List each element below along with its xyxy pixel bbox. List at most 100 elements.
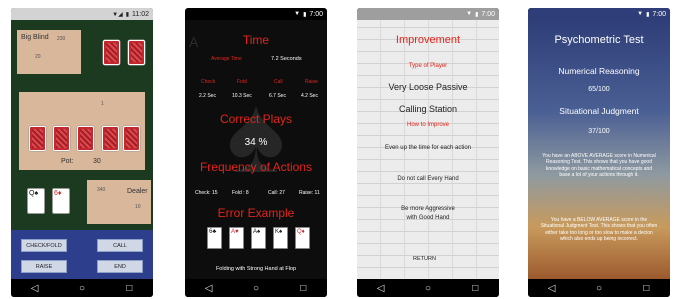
situational-description: You have a BELOW AVERAGE score in the Si… — [540, 217, 658, 242]
action-time: 4.2 Sec — [301, 93, 318, 99]
battery-icon: ▮ — [646, 11, 650, 18]
status-time: 7:00 — [481, 10, 495, 18]
dealer-panel: 340 Dealer 10 — [87, 180, 151, 224]
improvement-tip: with Good Hand — [406, 215, 450, 221]
improvement-tip: Even up the time for each action — [384, 145, 472, 151]
phone-psychometric-screen: ▼ ▮ 7:00 Psychometric Test Numerical Rea… — [528, 8, 670, 297]
community-panel: 1 Pot: 30 — [19, 92, 145, 170]
return-button[interactable]: RETURN — [413, 256, 436, 262]
status-bar: ▼◢ ▮ 11:02 — [11, 8, 153, 20]
frequency-item: Call: 27 — [268, 190, 285, 196]
recents-icon[interactable]: □ — [117, 283, 141, 294]
screenshot-collage: ▼◢ ▮ 11:02 Big Blind 230 20 1 Pot: 30 Q♠… — [0, 0, 694, 299]
navigation-bar: ◁ ○ □ — [528, 279, 670, 297]
average-time-label: Average Time — [211, 56, 242, 62]
situational-judgment-score: 37/100 — [588, 128, 610, 135]
back-icon[interactable]: ◁ — [369, 283, 393, 294]
recents-icon[interactable]: □ — [634, 283, 658, 294]
opponent-card-back — [128, 40, 145, 65]
psychometric-title: Psychometric Test — [554, 34, 644, 46]
home-icon[interactable]: ○ — [70, 283, 94, 294]
error-caption: Folding with Strong Hand at Flop — [215, 266, 297, 272]
battery-icon: ▮ — [475, 11, 479, 18]
numerical-reasoning-label: Numerical Reasoning — [558, 66, 640, 76]
wifi-icon: ▼ — [466, 11, 473, 17]
numerical-reasoning-score: 65/100 — [588, 86, 610, 93]
action-label: Call — [274, 79, 283, 85]
big-blind-bet: 20 — [35, 54, 41, 60]
status-time: 7:00 — [652, 10, 666, 18]
dealer-label: Dealer — [127, 188, 148, 195]
player-card: Q♠ — [27, 188, 45, 214]
end-button[interactable]: END — [97, 260, 143, 273]
battery-icon: ▮ — [125, 11, 129, 18]
improvement-tip: Be more Aggressive — [401, 206, 455, 212]
community-card-back — [77, 126, 94, 151]
numerical-description: You have an ABOVE AVERAGE score in Numer… — [542, 153, 656, 178]
error-example-title: Error Example — [217, 206, 295, 220]
player-card: 6♦ — [52, 188, 70, 214]
back-icon[interactable]: ◁ — [197, 283, 221, 294]
action-time: 6.7 Sec — [269, 93, 286, 99]
community-card-back — [29, 126, 46, 151]
correct-plays-value: 34 % — [244, 137, 268, 148]
stats-panel: ♠ A Time Average Time 7.2 Seconds Check … — [185, 20, 327, 279]
error-card: K♠ — [273, 227, 288, 249]
raise-button[interactable]: RAISE — [21, 260, 67, 273]
error-card: A♥ — [229, 227, 244, 249]
correct-plays-title: Correct Plays — [219, 112, 293, 126]
player-type-value: Very Loose Passive — [388, 82, 468, 92]
average-time-value: 7.2 Seconds — [271, 56, 302, 62]
action-time: 10.3 Sec — [232, 93, 252, 99]
how-to-improve-label: How to Improve — [406, 122, 449, 128]
battery-icon: ▮ — [303, 11, 307, 18]
status-time: 11:02 — [132, 10, 149, 18]
back-icon[interactable]: ◁ — [23, 283, 47, 294]
table-number: 1 — [101, 101, 104, 107]
frequency-item: Fold : 8 — [232, 190, 249, 196]
opponent-card-back — [103, 40, 120, 65]
recents-icon[interactable]: □ — [463, 283, 487, 294]
back-icon[interactable]: ◁ — [540, 283, 564, 294]
home-icon[interactable]: ○ — [587, 283, 611, 294]
frequency-item: Raise: 11 — [299, 190, 320, 196]
frequency-item: Check: 15 — [195, 190, 218, 196]
game-table: Big Blind 230 20 1 Pot: 30 Q♠ 6♦ 340 Dea… — [11, 20, 153, 279]
signal-icon: ▼◢ — [112, 11, 123, 18]
type-of-player-label: Type of Player — [408, 63, 448, 69]
check-fold-button[interactable]: CHECK/FOLD — [21, 239, 67, 252]
community-card-back — [123, 126, 140, 151]
improvement-tip: Do not call Every Hand — [397, 176, 459, 182]
dealer-bet: 10 — [135, 204, 141, 210]
big-blind-label: Big Blind — [21, 34, 49, 41]
pot-label: Pot: — [61, 158, 74, 165]
time-title: Time — [242, 33, 270, 47]
phone-improvement-screen: ▼ ▮ 7:00 Improvement Type of Player Very… — [357, 8, 499, 297]
navigation-bar: ◁ ○ □ — [185, 279, 327, 297]
action-label: Raise — [305, 79, 318, 85]
error-card: Q♦ — [295, 227, 310, 249]
psychometric-panel: Psychometric Test Numerical Reasoning 65… — [528, 20, 670, 279]
action-time: 2.2 Sec — [199, 93, 216, 99]
home-icon[interactable]: ○ — [416, 283, 440, 294]
status-bar: ▼ ▮ 7:00 — [357, 8, 499, 20]
situational-judgment-label: Situational Judgment — [559, 106, 639, 116]
improvement-panel: Improvement Type of Player Very Loose Pa… — [357, 20, 499, 279]
community-card-back — [53, 126, 70, 151]
status-bar: ▼ ▮ 7:00 — [528, 8, 670, 20]
navigation-bar: ◁ ○ □ — [11, 279, 153, 297]
big-blind-amount: 230 — [57, 36, 66, 42]
error-card: 6♣ — [207, 227, 222, 249]
call-button[interactable]: CALL — [97, 239, 143, 252]
community-card-back — [102, 126, 119, 151]
action-bar: CHECK/FOLD CALL RAISE END — [11, 230, 153, 279]
phone-stats-screen: ▼ ▮ 7:00 ♠ A Time Average Time 7.2 Secon… — [185, 8, 327, 297]
pot-value: 30 — [93, 158, 101, 165]
home-icon[interactable]: ○ — [244, 283, 268, 294]
phone-game-screen: ▼◢ ▮ 11:02 Big Blind 230 20 1 Pot: 30 Q♠… — [11, 8, 153, 297]
navigation-bar: ◁ ○ □ — [357, 279, 499, 297]
wifi-icon: ▼ — [294, 11, 301, 17]
player-type-sub: Calling Station — [398, 104, 458, 114]
wifi-icon: ▼ — [637, 11, 644, 17]
recents-icon[interactable]: □ — [291, 283, 315, 294]
